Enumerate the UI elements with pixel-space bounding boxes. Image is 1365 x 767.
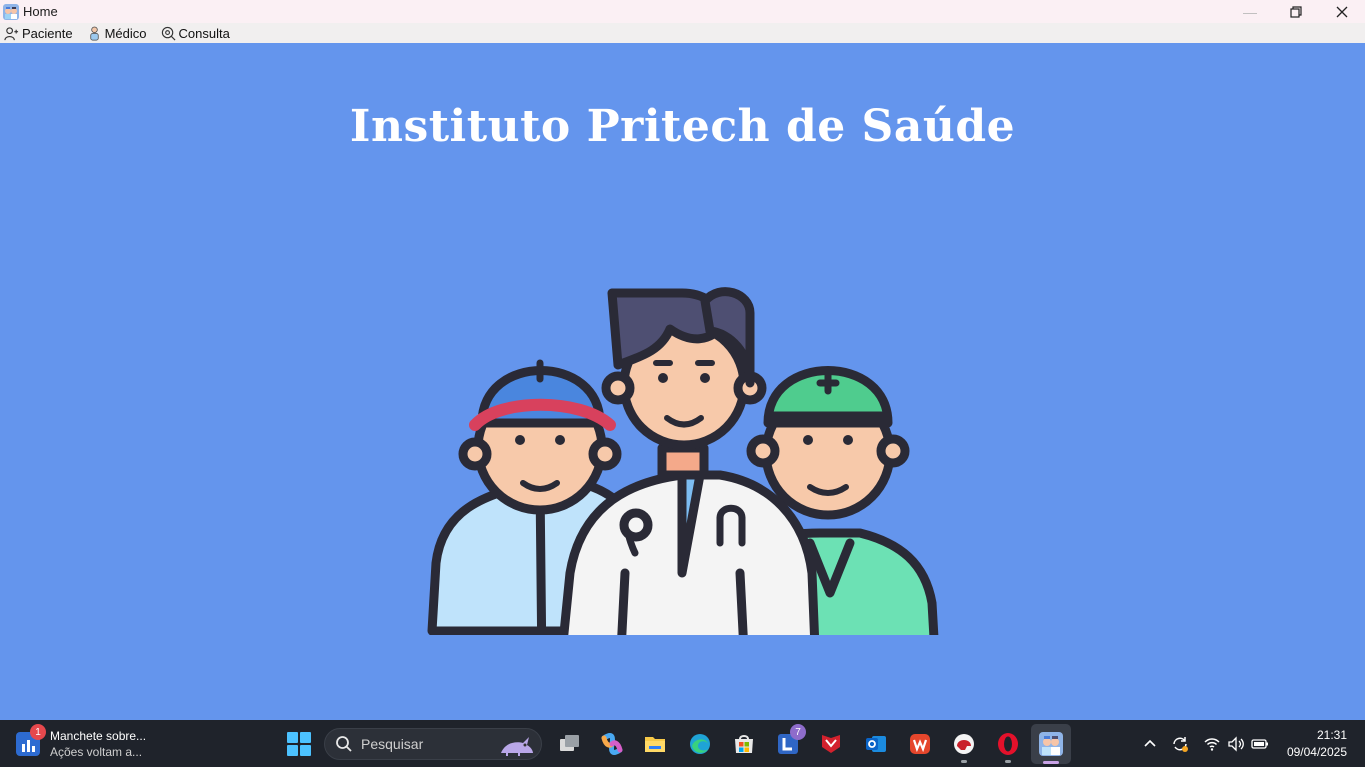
- file-explorer-icon[interactable]: [641, 730, 669, 758]
- close-icon: [1336, 6, 1348, 17]
- libreoffice-badge: 7: [790, 724, 806, 740]
- menu-label: Paciente: [22, 25, 73, 41]
- clock-time: 21:31: [1316, 728, 1347, 742]
- home-app-icon[interactable]: [1031, 724, 1071, 764]
- outlook-icon[interactable]: [862, 730, 890, 758]
- clock-date: 09/04/2025: [1286, 745, 1347, 759]
- show-hidden-icons-chevron-icon[interactable]: [1138, 732, 1162, 756]
- volume-icon[interactable]: [1224, 732, 1248, 756]
- healthcare-team-illustration: [427, 287, 939, 635]
- page-title: Instituto Pritech de Saúde: [349, 101, 1016, 152]
- browser-helmet-icon[interactable]: [950, 730, 978, 763]
- close-button[interactable]: [1319, 0, 1365, 23]
- task-view-icon[interactable]: [555, 730, 583, 758]
- title-bar: Home —: [0, 0, 1365, 23]
- window-title: Home: [23, 4, 58, 19]
- news-subline: Ações voltam a...: [50, 745, 143, 759]
- menu-label: Consulta: [178, 25, 230, 41]
- taskbar: 1 Manchete sobre... Ações voltam a... Pe…: [0, 720, 1365, 767]
- system-tray: [1138, 732, 1272, 756]
- mcafee-icon[interactable]: [817, 730, 845, 758]
- news-badge: 1: [30, 724, 46, 740]
- edge-icon[interactable]: [686, 730, 714, 758]
- opera-icon[interactable]: [994, 730, 1022, 763]
- clock[interactable]: 21:31 09/04/2025: [1287, 728, 1347, 759]
- menu-bar: Paciente Médico Consulta: [0, 23, 1365, 43]
- menu-label: Médico: [104, 25, 147, 41]
- restore-button[interactable]: [1273, 0, 1319, 23]
- menu-paciente[interactable]: Paciente: [2, 23, 75, 43]
- copilot-icon[interactable]: [598, 730, 626, 758]
- wifi-icon[interactable]: [1200, 732, 1224, 756]
- start-button[interactable]: [287, 732, 311, 756]
- doctor-icon: [89, 26, 99, 40]
- libreoffice-icon[interactable]: 7: [774, 724, 806, 758]
- restore-icon: [1290, 5, 1302, 18]
- app-doctors-icon: [3, 3, 19, 20]
- microsoft-store-icon[interactable]: [730, 730, 758, 758]
- taskbar-search[interactable]: Pesquisar: [324, 728, 542, 760]
- news-widget[interactable]: 1 Manchete sobre... Ações voltam a...: [16, 724, 166, 762]
- news-icon: 1: [16, 724, 46, 756]
- battery-icon[interactable]: [1248, 732, 1272, 756]
- main-panel: Instituto Pritech de Saúde: [0, 43, 1365, 720]
- sync-icon[interactable]: [1168, 732, 1192, 756]
- consultation-icon: [161, 26, 175, 40]
- unicorn-icon: [501, 737, 533, 756]
- menu-consulta[interactable]: Consulta: [159, 23, 232, 43]
- wps-office-icon[interactable]: [906, 730, 934, 758]
- search-icon: [336, 736, 352, 752]
- patient-icon: [4, 26, 19, 40]
- news-headline: Manchete sobre...: [50, 729, 147, 743]
- search-placeholder: Pesquisar: [361, 736, 424, 752]
- menu-medico[interactable]: Médico: [85, 23, 149, 43]
- minimize-button[interactable]: —: [1227, 0, 1273, 23]
